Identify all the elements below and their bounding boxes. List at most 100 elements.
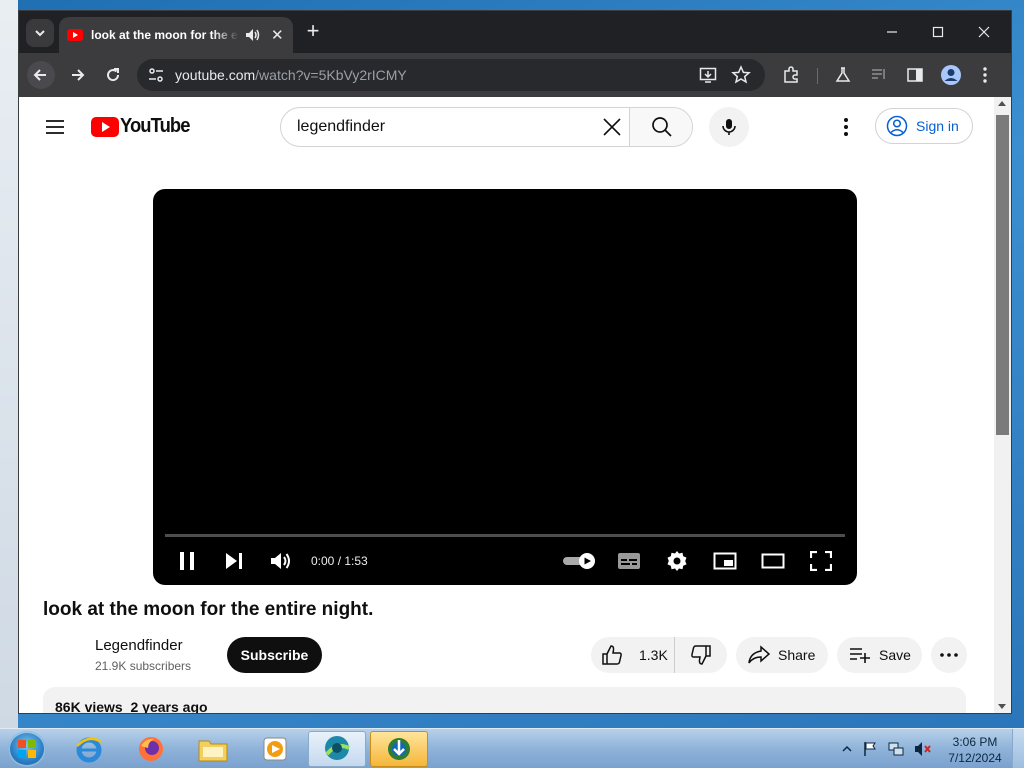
show-desktop-button[interactable] xyxy=(1012,729,1024,768)
tab-search-button[interactable] xyxy=(26,19,54,47)
youtube-logo[interactable]: YouTube xyxy=(91,115,196,138)
app-icon xyxy=(325,736,350,760)
profile-button[interactable] xyxy=(937,61,965,89)
internet-explorer-icon xyxy=(76,737,102,763)
page-scrollbar[interactable] xyxy=(994,97,1011,713)
browser-tab-active[interactable]: look at the moon for the entire night. ✕ xyxy=(59,17,293,53)
show-hidden-icons-icon[interactable] xyxy=(842,744,852,754)
kebab-menu-icon xyxy=(983,67,987,83)
skip-next-icon xyxy=(226,553,242,569)
share-button[interactable]: Share xyxy=(736,637,828,673)
more-actions-button[interactable] xyxy=(931,637,967,673)
subscribe-button[interactable]: Subscribe xyxy=(227,637,322,673)
youtube-logo-text: YouTube xyxy=(120,115,190,137)
fullscreen-button[interactable] xyxy=(803,548,839,574)
queue-music-icon xyxy=(872,69,885,79)
desktop-background xyxy=(0,0,18,728)
search-input[interactable]: legendfinder xyxy=(297,118,385,136)
browser-menu-button[interactable] xyxy=(971,61,999,89)
minimize-icon xyxy=(887,31,897,33)
guide-menu-button[interactable] xyxy=(43,115,67,139)
video-title: look at the moon for the entire night. xyxy=(43,599,374,620)
youtube-watch-page: YouTube legendfinder Sign in 0:00 / 1:53… xyxy=(19,97,994,713)
tab-close-icon[interactable]: ✕ xyxy=(271,28,284,43)
scrollbar-thumb[interactable] xyxy=(996,115,1009,435)
audio-playing-icon[interactable] xyxy=(245,28,261,42)
new-tab-button[interactable]: + xyxy=(302,20,324,43)
gear-icon xyxy=(667,551,687,571)
more-horizontal-icon xyxy=(940,653,958,657)
taskbar-app[interactable] xyxy=(308,731,366,767)
action-center-flag-icon[interactable] xyxy=(862,741,878,757)
labs-button[interactable] xyxy=(829,61,857,89)
like-button[interactable]: 1.3K xyxy=(591,637,675,673)
dislike-button[interactable] xyxy=(675,637,727,673)
clock-time: 3:06 PM xyxy=(952,735,998,749)
thumbs-down-icon xyxy=(691,645,711,665)
mute-button[interactable] xyxy=(263,548,299,574)
save-button[interactable]: Save xyxy=(837,637,922,673)
thumbs-up-icon xyxy=(602,645,622,665)
reload-button[interactable] xyxy=(99,61,127,89)
youtube-play-logo-icon xyxy=(91,116,119,137)
like-count: 1.3K xyxy=(639,647,668,663)
clock-date: 7/12/2024 xyxy=(948,751,1002,765)
search-button[interactable] xyxy=(629,108,692,146)
settings-button[interactable] xyxy=(659,548,695,574)
side-panel-button[interactable] xyxy=(901,61,929,89)
miniplayer-button[interactable] xyxy=(707,548,743,574)
taskbar-file-explorer[interactable] xyxy=(184,731,242,767)
progress-bar[interactable] xyxy=(165,534,845,537)
bookmark-star-icon[interactable] xyxy=(731,65,751,85)
pause-button[interactable] xyxy=(169,548,205,574)
subtitles-button[interactable] xyxy=(611,548,647,574)
scroll-down-arrow-icon[interactable] xyxy=(998,704,1006,709)
search-icon xyxy=(651,117,672,137)
video-meta: 86K views 2 years ago xyxy=(55,699,208,713)
taskbar-media-player[interactable] xyxy=(246,731,304,767)
save-label: Save xyxy=(879,647,911,663)
url-text[interactable]: youtube.com/watch?v=5KbVy2rICMY xyxy=(175,67,407,83)
autoplay-toggle[interactable] xyxy=(559,548,601,574)
maximize-button[interactable] xyxy=(915,19,961,45)
channel-name[interactable]: Legendfinder xyxy=(95,637,183,654)
voice-search-button[interactable] xyxy=(709,107,749,147)
taskbar-clock[interactable]: 3:06 PM 7/12/2024 xyxy=(940,734,1010,766)
time-display: 0:00 / 1:53 xyxy=(311,554,368,568)
network-icon[interactable] xyxy=(888,741,904,757)
media-controls-button[interactable] xyxy=(865,61,893,89)
share-arrow-icon xyxy=(748,645,770,664)
back-button[interactable] xyxy=(27,61,55,89)
close-window-button[interactable] xyxy=(961,19,1007,45)
miniplayer-icon xyxy=(713,552,737,570)
toolbar-divider xyxy=(817,68,818,84)
search-box: legendfinder xyxy=(280,107,693,147)
arrow-left-icon xyxy=(33,69,46,81)
browser-toolbar: youtube.com/watch?v=5KbVy2rICMY xyxy=(19,53,1011,97)
taskbar-internet-explorer[interactable] xyxy=(60,731,118,767)
taskbar-download-manager[interactable] xyxy=(370,731,428,767)
settings-menu-button[interactable] xyxy=(834,115,858,139)
sign-in-button[interactable]: Sign in xyxy=(875,108,973,144)
address-bar[interactable]: youtube.com/watch?v=5KbVy2rICMY xyxy=(137,59,765,91)
forward-button[interactable] xyxy=(63,61,91,89)
extensions-button[interactable] xyxy=(777,61,805,89)
minimize-button[interactable] xyxy=(869,19,915,45)
install-app-icon[interactable] xyxy=(699,66,717,84)
scroll-up-arrow-icon[interactable] xyxy=(998,101,1006,106)
next-button[interactable] xyxy=(216,548,252,574)
clear-search-icon[interactable] xyxy=(601,116,623,138)
autoplay-toggle-icon xyxy=(563,553,595,569)
start-button[interactable] xyxy=(8,731,46,767)
description-box[interactable]: 86K views 2 years ago xyxy=(43,687,966,713)
volume-muted-icon[interactable] xyxy=(914,741,932,757)
site-info-icon[interactable] xyxy=(147,66,165,84)
video-player[interactable]: 0:00 / 1:53 xyxy=(153,189,857,585)
url-host: youtube.com xyxy=(175,67,256,83)
sign-in-label: Sign in xyxy=(916,118,959,134)
taskbar-firefox[interactable] xyxy=(122,731,180,767)
theater-mode-button[interactable] xyxy=(755,548,791,574)
firefox-icon xyxy=(139,737,163,761)
reload-icon xyxy=(107,68,120,82)
system-tray xyxy=(842,741,932,757)
